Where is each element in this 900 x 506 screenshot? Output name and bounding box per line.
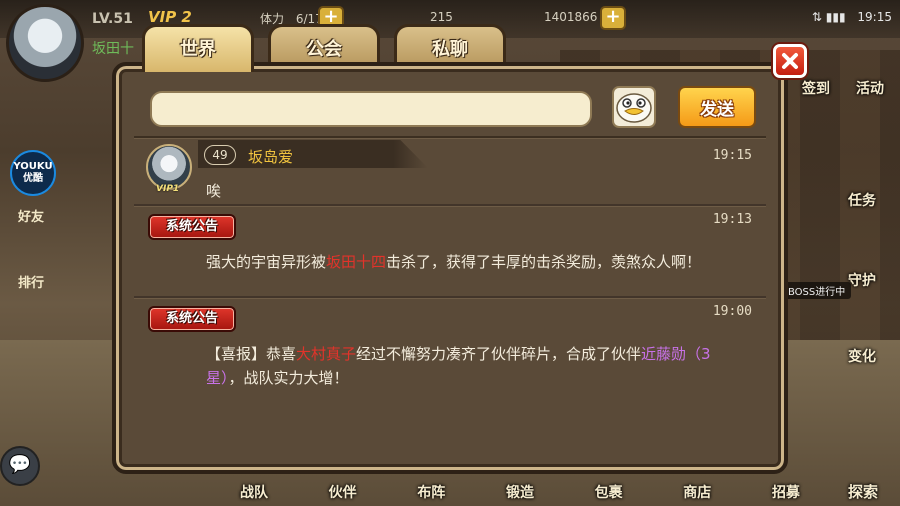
signin-button[interactable]: 签到 — [786, 78, 846, 98]
system-message-text: 强大的宇宙异形被坂田十四击杀了，获得了丰厚的击杀奖励，羡煞众人啊！ — [206, 250, 736, 274]
boss-status-tag: BOSS进行中 — [782, 282, 852, 299]
nav-partners[interactable]: 伙伴 — [329, 482, 357, 502]
nav-shop[interactable]: 商店 — [683, 482, 711, 502]
message-text-part: ，战队实力大增！ — [228, 369, 349, 387]
system-status-bar: ⇅ ▮▮▮ 19:15 — [812, 10, 892, 24]
chat-panel: 发送 VIP1 49 坂岛爱 19:15 唉 系统公告 19:13 强大的宇宙异… — [112, 62, 788, 474]
friends-label: 好友 — [17, 210, 44, 225]
system-message: 系统公告 19:00 【喜报】恭喜大村真子经过不懈努力凑齐了伙伴碎片，合成了伙伴… — [134, 298, 766, 396]
highlight-player-name[interactable]: 大村真子 — [296, 345, 356, 363]
friends-button[interactable]: 好友 — [6, 206, 56, 225]
chat-input-row: 发送 — [138, 84, 764, 130]
message-time: 19:00 — [712, 304, 752, 319]
signin-label: 签到 — [802, 81, 830, 97]
chat-panel-inner: 发送 VIP1 49 坂岛爱 19:15 唉 系统公告 19:13 强大的宇宙异… — [126, 74, 774, 460]
chat-message: VIP1 49 坂岛爱 19:15 唉 — [134, 140, 766, 206]
close-button[interactable] — [773, 44, 807, 78]
nav-team[interactable]: 战队 — [240, 482, 268, 502]
youku-button[interactable]: YOUKU 优酷 — [10, 150, 56, 196]
player-avatar[interactable] — [6, 4, 84, 82]
player-level: LV.51 — [92, 11, 133, 27]
coins-value: 215 — [430, 10, 453, 24]
system-announcement-badge: 系统公告 — [148, 306, 236, 332]
system-message-text: 【喜报】恭喜大村真子经过不懈努力凑齐了伙伴碎片，合成了伙伴近藤勋（3星），战队实… — [206, 342, 736, 390]
events-label: 活动 — [856, 81, 884, 97]
transform-button[interactable]: 变化 — [832, 346, 892, 366]
nav-formation[interactable]: 布阵 — [417, 482, 445, 502]
emoji-face-icon — [616, 93, 652, 123]
bottom-navigation: 战队 伙伴 布阵 锻造 包裹 商店 招募 — [240, 472, 800, 506]
chat-message-list: VIP1 49 坂岛爱 19:15 唉 系统公告 19:13 强大的宇宙异形被坂… — [134, 140, 766, 396]
chat-toggle-button[interactable]: 💬 — [0, 446, 40, 486]
guard-label: 守护 — [848, 273, 876, 289]
transform-label: 变化 — [848, 349, 876, 365]
nav-bag[interactable]: 包裹 — [595, 482, 623, 502]
add-gems-button[interactable]: + — [600, 6, 626, 30]
player-name: 坂田十 — [92, 41, 134, 57]
ranking-label: 排行 — [17, 276, 44, 291]
message-time: 19:13 — [712, 212, 752, 227]
tasks-button[interactable]: 任务 — [832, 190, 892, 210]
youku-label-en: YOUKU — [13, 161, 53, 172]
sender-name[interactable]: 坂岛爱 — [248, 146, 293, 167]
message-time: 19:15 — [712, 148, 752, 163]
close-icon — [782, 53, 798, 69]
message-text-part: 经过不懈努力凑齐了伙伴碎片，合成了伙伴 — [356, 345, 642, 363]
tab-world[interactable]: 世界 — [142, 24, 254, 72]
system-message: 系统公告 19:13 强大的宇宙异形被坂田十四击杀了，获得了丰厚的击杀奖励，羡煞… — [134, 206, 766, 298]
tasks-label: 任务 — [848, 193, 876, 209]
wifi-icon: ⇅ ▮▮▮ — [811, 10, 846, 24]
message-text-part: 击杀了，获得了丰厚的击杀奖励，羡煞众人啊！ — [386, 253, 702, 271]
emoji-button[interactable] — [612, 86, 656, 128]
highlight-player-name[interactable]: 坂田十四 — [326, 253, 386, 271]
status-time: 19:15 — [857, 10, 892, 24]
explore-button[interactable]: 探索 — [848, 481, 878, 502]
events-button[interactable]: 活动 — [840, 78, 900, 98]
sender-vip-badge: VIP1 — [156, 184, 180, 194]
system-announcement-badge: 系统公告 — [148, 214, 236, 240]
message-text-part: 【喜报】恭喜 — [206, 345, 297, 363]
nav-recruit[interactable]: 招募 — [772, 482, 800, 502]
sender-level: 49 — [204, 145, 236, 165]
chat-bubble-icon: 💬 — [8, 454, 32, 475]
send-button[interactable]: 发送 — [678, 86, 756, 128]
message-text-part: 强大的宇宙异形被 — [206, 253, 327, 271]
gems-value: 1401866 — [544, 10, 598, 24]
input-divider — [134, 136, 766, 138]
nav-forge[interactable]: 锻造 — [506, 482, 534, 502]
message-text: 唉 — [206, 182, 222, 200]
chat-input[interactable] — [150, 91, 592, 127]
youku-label-cn: 优酷 — [23, 173, 43, 184]
ranking-button[interactable]: 排行 — [6, 272, 56, 291]
